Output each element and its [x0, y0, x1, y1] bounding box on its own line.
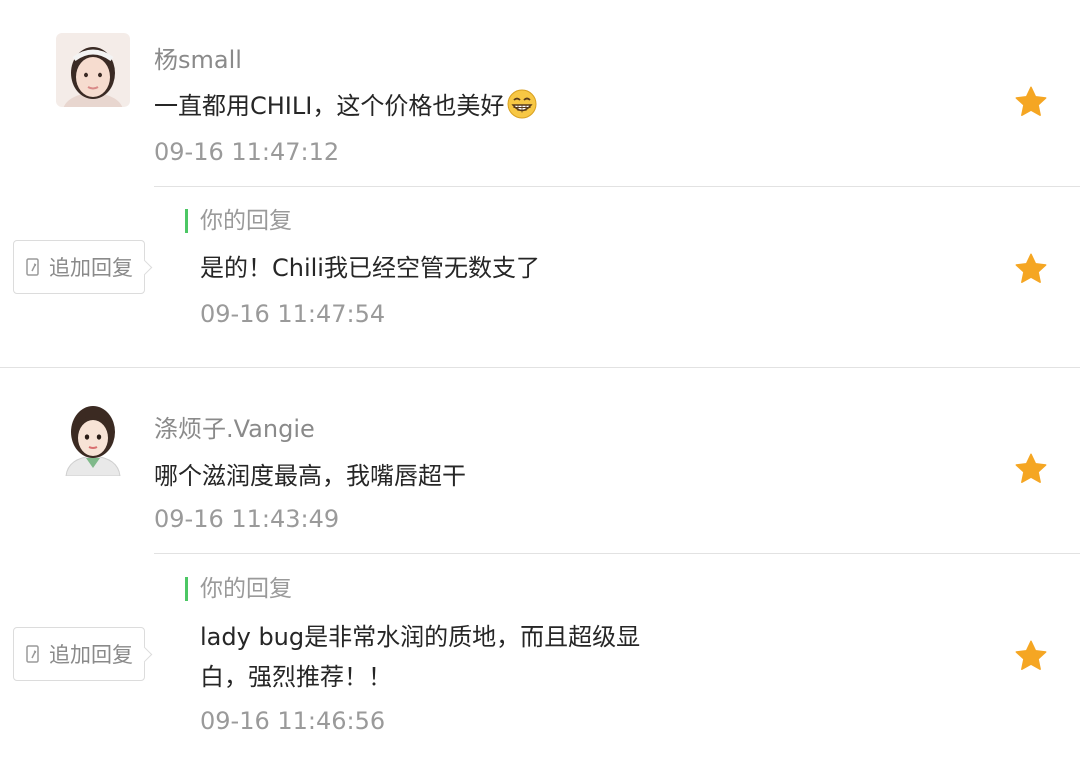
comment-text: 一直都用CHILI，这个价格也美好: [154, 86, 538, 121]
comment-1: 杨small 一直都用CHILI，这个价格也美好 09-16 11:47:12 …: [0, 0, 1080, 367]
add-reply-button[interactable]: 追加回复: [13, 627, 145, 681]
comment-time: 09-16 11:47:12: [154, 138, 340, 166]
comment-text: 哪个滋润度最高，我嘴唇超干: [154, 456, 466, 491]
comment-body: 哪个滋润度最高，我嘴唇超干: [154, 462, 466, 490]
divider: [154, 186, 1080, 187]
avatar-girl-cartoon-image: [56, 402, 130, 476]
grinning-face-emoji: [507, 89, 537, 118]
avatar-girl-headband-image: [56, 33, 130, 107]
avatar[interactable]: [56, 402, 130, 476]
add-reply-icon: [26, 258, 39, 276]
reply-text: 是的！Chili我已经空管无数支了: [200, 254, 540, 282]
add-reply-label: 追加回复: [49, 643, 133, 667]
comment-username[interactable]: 涤烦子.Vangie: [154, 409, 315, 444]
reply-time: 09-16 11:47:54: [200, 300, 386, 328]
add-reply-label: 追加回复: [49, 256, 133, 280]
reply-text: lady bug是非常水润的质地，而且超级显白，强烈推荐！！: [200, 623, 641, 691]
reply-time: 09-16 11:46:56: [200, 707, 386, 735]
divider: [154, 553, 1080, 554]
comment-body: 一直都用CHILI，这个价格也美好: [154, 92, 505, 120]
star-icon[interactable]: [1013, 251, 1049, 287]
star-icon[interactable]: [1013, 84, 1049, 120]
comment-time: 09-16 11:43:49: [154, 505, 340, 533]
avatar[interactable]: [56, 33, 130, 107]
comment-2: 涤烦子.Vangie 哪个滋润度最高，我嘴唇超干 09-16 11:43:49 …: [0, 367, 1080, 763]
star-icon[interactable]: [1013, 638, 1049, 674]
reply-header: 你的回复: [185, 577, 292, 601]
add-reply-button[interactable]: 追加回复: [13, 240, 145, 294]
add-reply-icon: [26, 645, 39, 663]
star-icon[interactable]: [1013, 451, 1049, 487]
comment-username[interactable]: 杨small: [154, 40, 242, 75]
reply-header: 你的回复: [185, 209, 292, 233]
